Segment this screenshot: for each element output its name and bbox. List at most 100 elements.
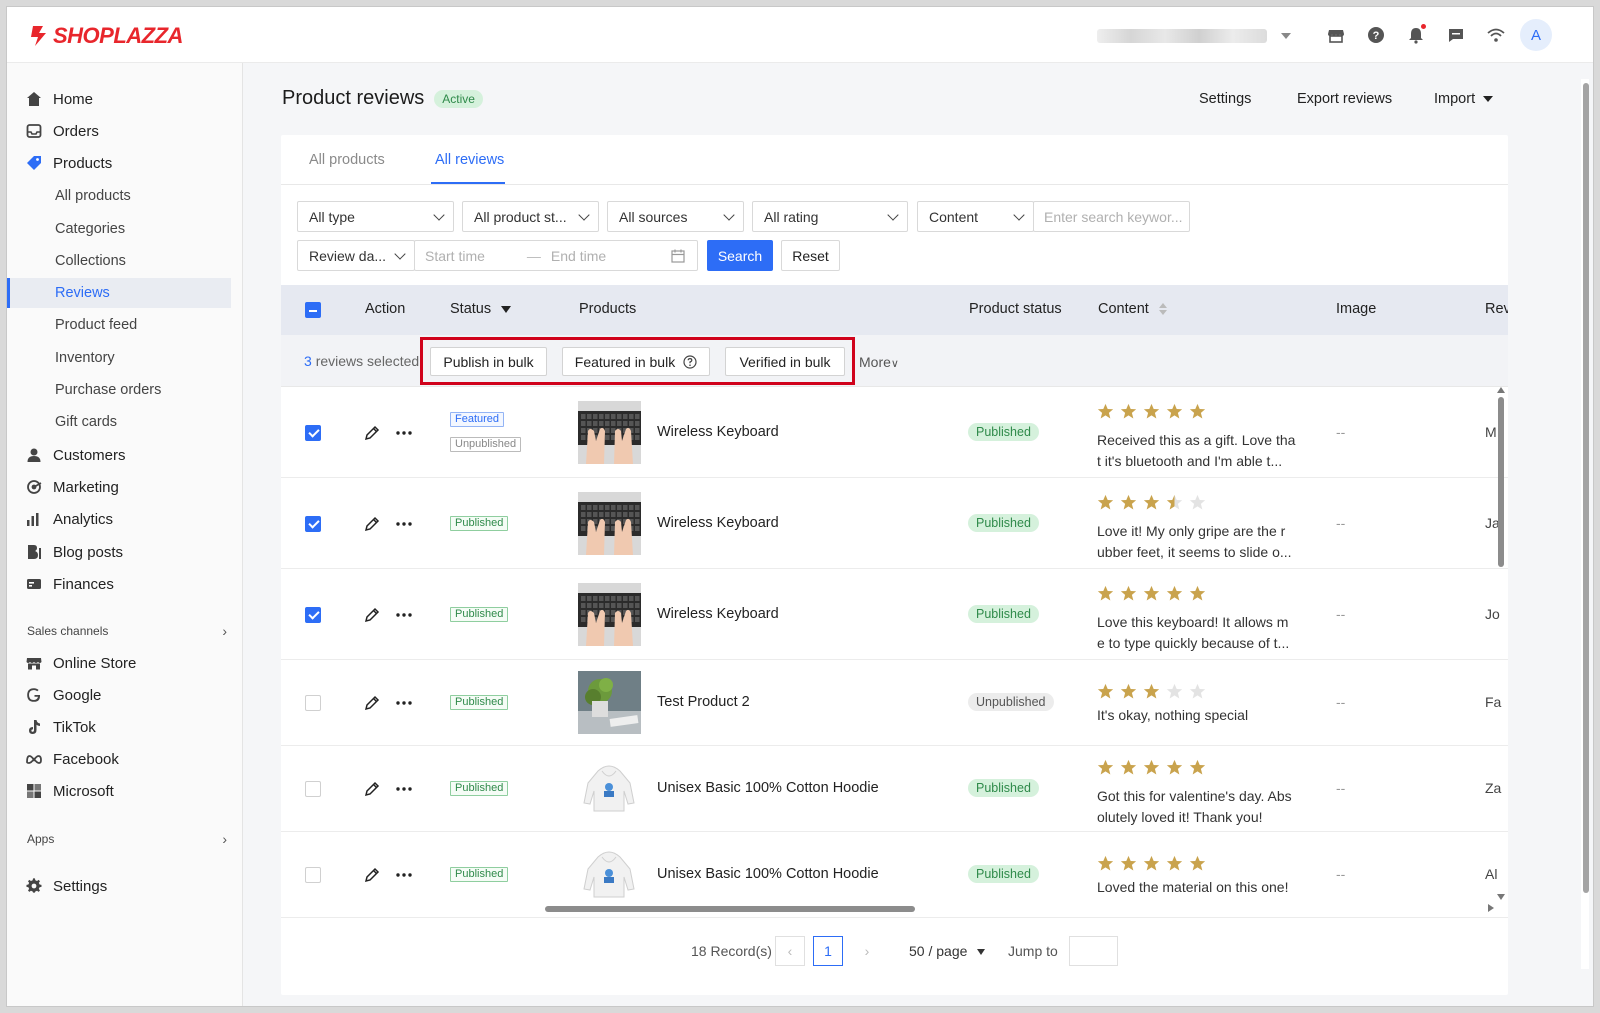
featured-in-bulk-button[interactable]: Featured in bulk (562, 347, 710, 376)
product-thumbnail[interactable] (578, 400, 641, 464)
shoplazza-logo[interactable]: SHOPLAZZA (29, 23, 183, 49)
type-filter[interactable]: All type (297, 201, 454, 232)
product-name[interactable]: Unisex Basic 100% Cotton Hoodie (657, 780, 879, 796)
sidebar-item-categories[interactable]: Categories (7, 214, 231, 244)
sidebar-item-analytics[interactable]: Analytics (7, 504, 231, 534)
prev-page-button[interactable]: ‹ (775, 936, 805, 966)
product-thumbnail[interactable] (578, 582, 641, 646)
settings-link[interactable]: Settings (1199, 91, 1251, 107)
sidebar-item-inventory[interactable]: Inventory (7, 343, 231, 373)
edit-pencil-icon[interactable] (363, 606, 381, 624)
jump-to-input[interactable] (1069, 936, 1118, 966)
row-checkbox[interactable] (305, 867, 321, 883)
store-switcher[interactable] (1097, 27, 1297, 45)
column-content[interactable]: Content (1098, 301, 1167, 317)
sidebar-item-orders[interactable]: Orders (7, 116, 231, 146)
product-name[interactable]: Wireless Keyboard (657, 424, 779, 440)
sidebar-item-tiktok[interactable]: TikTok (7, 712, 231, 742)
import-dropdown[interactable]: Import (1434, 91, 1494, 107)
search-button[interactable]: Search (707, 240, 773, 271)
row-checkbox[interactable] (305, 606, 321, 623)
edit-pencil-icon[interactable] (363, 694, 381, 712)
vertical-scrollbar[interactable] (1498, 397, 1504, 567)
product-name[interactable]: Test Product 2 (657, 694, 750, 710)
date-range-picker[interactable]: Start time — End time (414, 240, 698, 271)
scroll-up-arrow-icon[interactable] (1497, 387, 1505, 393)
review-date-select[interactable]: Review da... (297, 240, 415, 271)
rating-filter[interactable]: All rating (752, 201, 908, 232)
sidebar-item-reviews[interactable]: Reviews (7, 278, 231, 308)
row-checkbox[interactable] (305, 695, 321, 711)
product-thumbnail[interactable] (578, 491, 641, 555)
more-options-icon[interactable] (395, 424, 413, 442)
review-content[interactable]: Received this as a gift. Love tha t it's… (1097, 430, 1297, 472)
sidebar-item-finances[interactable]: Finances (7, 569, 231, 599)
product-status-filter[interactable]: All product st... (462, 201, 599, 232)
select-all-checkbox[interactable] (305, 302, 321, 318)
tab-all-products[interactable]: All products (309, 152, 385, 168)
edit-pencil-icon[interactable] (363, 780, 381, 798)
edit-pencil-icon[interactable] (363, 424, 381, 442)
more-options-icon[interactable] (395, 515, 413, 533)
window-scrollbar[interactable] (1583, 83, 1589, 893)
sidebar-item-purchase-orders[interactable]: Purchase orders (7, 375, 231, 405)
scroll-right-arrow-icon[interactable] (1488, 904, 1494, 912)
sidebar-item-online-store[interactable]: Online Store (7, 648, 231, 678)
sidebar-section-apps[interactable]: Apps › (27, 829, 227, 849)
store-icon[interactable] (1322, 21, 1350, 49)
sidebar-item-marketing[interactable]: Marketing (7, 472, 231, 502)
start-time-input[interactable]: Start time (425, 248, 485, 264)
scroll-down-arrow-icon[interactable] (1497, 894, 1505, 900)
more-dropdown[interactable]: More∨ (859, 354, 899, 370)
product-thumbnail[interactable] (578, 843, 641, 906)
reset-button[interactable]: Reset (781, 240, 840, 271)
more-options-icon[interactable] (395, 694, 413, 712)
review-content[interactable]: It's okay, nothing special (1097, 705, 1297, 726)
table-row[interactable]: Published Unisex Basic 100% Cotton Hoodi… (281, 746, 1508, 832)
table-row[interactable]: Published Test Product 2 Unpublished It'… (281, 660, 1508, 746)
product-thumbnail[interactable] (578, 671, 641, 734)
bell-icon[interactable] (1402, 21, 1430, 49)
sidebar-item-product-feed[interactable]: Product feed (7, 310, 231, 340)
sidebar-item-microsoft[interactable]: Microsoft (7, 776, 231, 806)
page-size-select[interactable]: 50 / page (909, 943, 986, 959)
content-field-select[interactable]: Content (917, 201, 1034, 232)
row-checkbox[interactable] (305, 515, 321, 532)
publish-in-bulk-button[interactable]: Publish in bulk (430, 347, 547, 376)
edit-pencil-icon[interactable] (363, 515, 381, 533)
verified-in-bulk-button[interactable]: Verified in bulk (725, 347, 845, 376)
help-icon[interactable]: ? (1362, 21, 1390, 49)
message-icon[interactable] (1442, 21, 1470, 49)
product-name[interactable]: Wireless Keyboard (657, 606, 779, 622)
product-name[interactable]: Unisex Basic 100% Cotton Hoodie (657, 866, 879, 882)
avatar[interactable]: A (1520, 19, 1552, 51)
end-time-input[interactable]: End time (551, 248, 606, 264)
table-row[interactable]: Published Wireless Keyboard Published Lo… (281, 569, 1508, 660)
page-1-button[interactable]: 1 (813, 936, 843, 966)
table-row[interactable]: Published Wireless Keyboard Published Lo… (281, 478, 1508, 569)
wifi-icon[interactable] (1482, 21, 1510, 49)
sidebar-item-all-products[interactable]: All products (7, 181, 231, 211)
more-options-icon[interactable] (395, 606, 413, 624)
table-row[interactable]: Featured Unpublished Wireless Keyboard Pu… (281, 387, 1508, 478)
product-name[interactable]: Wireless Keyboard (657, 515, 779, 531)
sidebar-item-products[interactable]: Products (7, 148, 231, 178)
review-content[interactable]: Love it! My only gripe are the r ubber f… (1097, 521, 1297, 563)
more-options-icon[interactable] (395, 780, 413, 798)
sidebar-item-home[interactable]: Home (7, 84, 231, 114)
sidebar-item-blog-posts[interactable]: Blog posts (7, 537, 231, 567)
export-reviews-link[interactable]: Export reviews (1297, 91, 1392, 107)
sidebar-item-settings[interactable]: Settings (7, 871, 231, 901)
horizontal-scrollbar[interactable] (545, 906, 915, 912)
more-options-icon[interactable] (395, 866, 413, 884)
sidebar-item-collections[interactable]: Collections (7, 246, 231, 276)
review-content[interactable]: Got this for valentine's day. Abs olutel… (1097, 786, 1297, 828)
review-content[interactable]: Loved the material on this one! (1097, 877, 1297, 898)
search-input[interactable]: Enter search keywor... (1033, 201, 1190, 232)
product-thumbnail[interactable] (578, 757, 641, 820)
sidebar-item-google[interactable]: Google (7, 680, 231, 710)
sources-filter[interactable]: All sources (607, 201, 744, 232)
tab-all-reviews[interactable]: All reviews (435, 152, 504, 168)
column-status[interactable]: Status (450, 301, 512, 317)
sidebar-item-gift-cards[interactable]: Gift cards (7, 407, 231, 437)
